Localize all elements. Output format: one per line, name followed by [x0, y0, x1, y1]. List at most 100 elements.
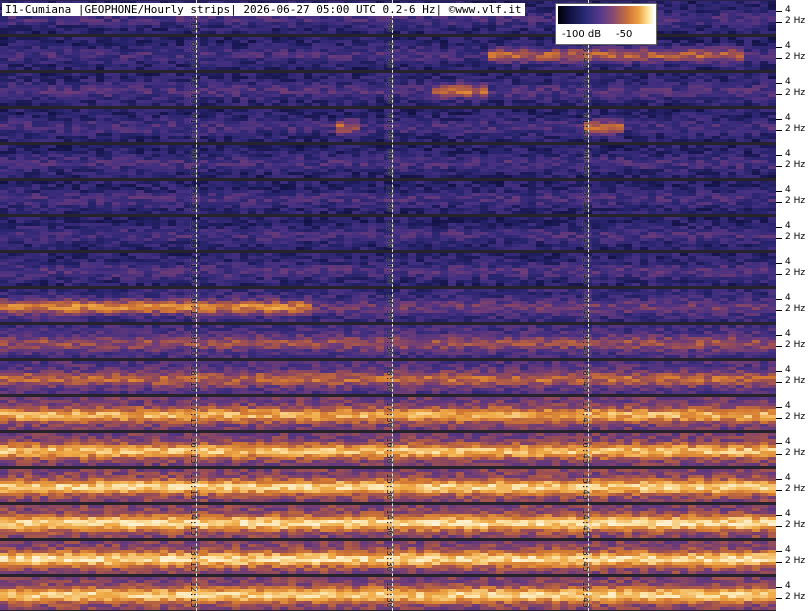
spectrogram-cell — [128, 76, 136, 79]
spectrogram-cell — [160, 157, 168, 160]
spectrogram-cell — [40, 37, 48, 40]
spectrogram-cell — [280, 130, 288, 133]
spectrogram-cell — [672, 55, 680, 58]
spectrogram-cell — [768, 136, 776, 139]
spectrogram-cell — [568, 145, 576, 148]
spectrogram-cell — [248, 127, 256, 130]
spectrogram-cell — [680, 88, 688, 91]
spectrogram-cell — [424, 43, 432, 46]
spectrogram-cell — [728, 160, 736, 163]
spectrogram-cell — [56, 145, 64, 148]
spectrogram-cell — [520, 94, 528, 97]
spectrogram-cell — [688, 121, 696, 124]
spectrogram-cell — [280, 64, 288, 67]
spectrogram-cell — [32, 121, 40, 124]
spectrogram-cell — [696, 7, 704, 10]
spectrogram-cell — [768, 160, 776, 163]
spectrogram-cell — [472, 22, 480, 25]
spectrogram-cell — [616, 157, 624, 160]
spectrogram-cell — [640, 124, 648, 127]
spectrogram-cell — [704, 97, 712, 100]
spectrogram-cell — [168, 124, 176, 127]
spectrogram-cell — [368, 46, 376, 49]
spectrogram-cell — [400, 154, 408, 157]
spectrogram-cell — [240, 64, 248, 67]
spectrogram-cell — [648, 100, 656, 103]
spectrogram-cell — [656, 94, 664, 97]
spectrogram-cell — [440, 130, 448, 133]
spectrogram-cell — [16, 163, 24, 166]
spectrogram-cell — [248, 40, 256, 43]
spectrogram-cell — [440, 73, 448, 76]
spectrogram-cell — [560, 154, 568, 157]
spectrogram-cell — [744, 154, 752, 157]
spectrogram-cell — [696, 100, 704, 103]
spectrogram-cell — [632, 97, 640, 100]
spectrogram-cell — [600, 79, 608, 82]
spectrogram-cell — [56, 151, 64, 154]
spectrogram-cell — [752, 76, 760, 79]
spectrogram-cell — [608, 55, 616, 58]
spectrogram-cell — [704, 43, 712, 46]
spectrogram-cell — [656, 4, 664, 7]
spectrogram-cell — [320, 88, 328, 91]
spectrogram-cell — [288, 124, 296, 127]
spectrogram-cell — [48, 157, 56, 160]
spectrogram-cell — [528, 22, 536, 25]
spectrogram-cell — [680, 157, 688, 160]
spectrogram-cell — [456, 100, 464, 103]
spectrogram-cell — [704, 124, 712, 127]
spectrogram-cell — [176, 145, 184, 148]
spectrogram-cell — [168, 91, 176, 94]
spectrogram-cell — [424, 151, 432, 154]
spectrogram-cell — [608, 100, 616, 103]
spectrogram-cell — [376, 52, 384, 55]
spectrogram-cell — [528, 121, 536, 124]
spectrogram-cell — [712, 49, 720, 52]
spectrogram-cell — [760, 76, 768, 79]
spectrogram-cell — [144, 121, 152, 124]
spectrogram-cell — [64, 25, 72, 28]
spectrogram-cell — [696, 55, 704, 58]
spectrogram-cell — [656, 37, 664, 40]
spectrogram-cell — [288, 145, 296, 148]
spectrogram-cell — [336, 37, 344, 40]
spectrogram-cell — [280, 46, 288, 49]
spectrogram-cell — [248, 25, 256, 28]
spectrogram-cell — [592, 46, 600, 49]
spectrogram-cell — [520, 91, 528, 94]
spectrogram-cell — [344, 109, 352, 112]
spectrogram-cell — [184, 37, 192, 40]
spectrogram-cell — [32, 64, 40, 67]
spectrogram-cell — [672, 22, 680, 25]
spectrogram-cell — [680, 7, 688, 10]
spectrogram-cell — [128, 109, 136, 112]
spectrogram-cell — [672, 154, 680, 157]
spectrogram-cell — [632, 88, 640, 91]
spectrogram-cell — [640, 76, 648, 79]
spectrogram-cell — [264, 61, 272, 64]
spectrogram-cell — [256, 55, 264, 58]
spectrogram-cell — [136, 157, 144, 160]
spectrogram-cell — [392, 73, 400, 76]
spectrogram-cell — [32, 160, 40, 163]
spectrogram-cell — [464, 94, 472, 97]
spectrogram-cell — [368, 85, 376, 88]
spectrogram-cell — [496, 43, 504, 46]
spectrogram-cell — [640, 160, 648, 163]
spectrogram-cell — [432, 157, 440, 160]
spectrogram-cell — [0, 61, 8, 64]
spectrogram-cell — [624, 115, 632, 118]
spectrogram-cell — [80, 79, 88, 82]
spectrogram-cell — [504, 52, 512, 55]
spectrogram-cell — [48, 130, 56, 133]
spectrogram-cell — [712, 160, 720, 163]
spectrogram-cell — [736, 82, 744, 85]
spectrogram-cell — [136, 166, 144, 169]
spectrogram-cell — [328, 91, 336, 94]
spectrogram-cell — [736, 46, 744, 49]
spectrogram-cell — [120, 76, 128, 79]
spectrogram-cell — [648, 130, 656, 133]
spectrogram-cell — [72, 157, 80, 160]
spectrogram-cell — [320, 28, 328, 31]
